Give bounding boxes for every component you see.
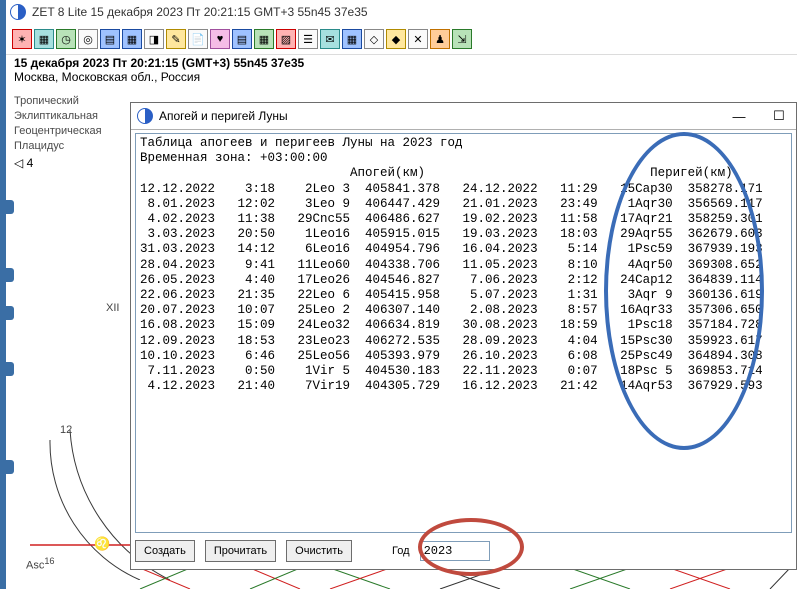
toolbar-icon-13[interactable]: ▨ [276,29,296,49]
clear-button[interactable]: Очистить [286,540,352,562]
toolbar-icon-3[interactable]: ◷ [56,29,76,49]
toolbar-icon-15[interactable]: ✉ [320,29,340,49]
toolbar-icon-10[interactable]: ♥ [210,29,230,49]
toolbar-icon-6[interactable]: ▦ [122,29,142,49]
app-title: ZET 8 Lite 15 декабря 2023 Пт 20:21:15 G… [32,5,368,19]
toolbar-icon-18[interactable]: ◆ [386,29,406,49]
asc-label: Asc16 [26,556,55,572]
toolbar-icon-2[interactable]: ▦ [34,29,54,49]
toolbar-icon-12[interactable]: ▦ [254,29,274,49]
toolbar-icon-9[interactable]: 📄 [188,29,208,49]
chart-lines-fragment [130,568,795,589]
toolbar-icon-4[interactable]: ◎ [78,29,98,49]
setting-coord: Эклиптикальная [14,109,102,124]
toolbar-icon-5[interactable]: ▤ [100,29,120,49]
house-label-xii: XII [106,302,119,314]
main-toolbar: ✶ ▦ ◷ ◎ ▤ ▦ ◨ ✎ 📄 ♥ ▤ ▦ ▨ ☰ ✉ ▦ ◇ ◆ ✕ ♟ … [6,24,797,55]
toolbar-icon-11[interactable]: ▤ [232,29,252,49]
app-icon [10,4,26,20]
dialog-icon [137,108,153,124]
toolbar-icon-14[interactable]: ☰ [298,29,318,49]
leo-glyph: ♌ [94,536,110,552]
setting-zodiac: Тропический [14,94,102,109]
minimize-button[interactable]: — [722,104,756,128]
dialog-titlebar[interactable]: Апогей и перигей Луны — ☐ [131,103,796,130]
toolbar-icon-8[interactable]: ✎ [166,29,186,49]
setting-houses: Плацидус [14,139,102,154]
chart-info: 15 декабря 2023 Пт 20:21:15 (GMT+3) 55n4… [14,56,304,84]
setting-center: Геоцентрическая [14,124,102,139]
toolbar-icon-20[interactable]: ♟ [430,29,450,49]
setting-arrow[interactable]: ◁ 4 [14,156,102,171]
year-label: Год [392,545,410,557]
toolbar-icon-19[interactable]: ✕ [408,29,428,49]
toolbar-icon-1[interactable]: ✶ [12,29,32,49]
dialog-textarea[interactable]: Таблица апогеев и перигеев Луны на 2023 … [135,133,792,533]
toolbar-icon-21[interactable]: ⇲ [452,29,472,49]
toolbar-icon-16[interactable]: ▦ [342,29,362,49]
maximize-button[interactable]: ☐ [762,104,796,128]
info-datetime: 15 декабря 2023 Пт 20:21:15 (GMT+3) 55n4… [14,56,304,70]
degree-label-12: 12 [60,424,72,436]
dialog-title: Апогей и перигей Луны [159,109,288,123]
year-input[interactable] [420,541,490,561]
chart-settings: Тропический Эклиптикальная Геоцентрическ… [14,94,102,171]
toolbar-icon-17[interactable]: ◇ [364,29,384,49]
apogee-perigee-dialog: Апогей и перигей Луны — ☐ Таблица апогее… [130,102,797,570]
read-button[interactable]: Прочитать [205,540,276,562]
toolbar-icon-7[interactable]: ◨ [144,29,164,49]
create-button[interactable]: Создать [135,540,195,562]
info-location: Москва, Московская обл., Россия [14,70,304,84]
app-titlebar: ZET 8 Lite 15 декабря 2023 Пт 20:21:15 G… [6,0,797,25]
